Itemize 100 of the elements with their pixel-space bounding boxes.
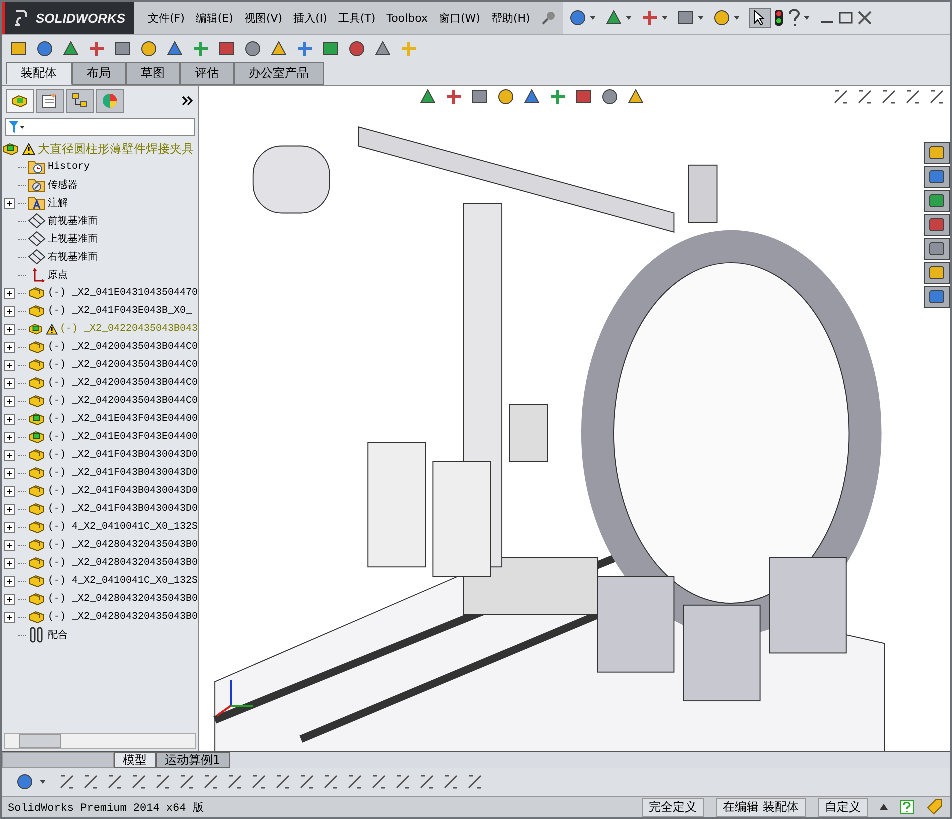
traffic-light-icon[interactable] xyxy=(774,9,784,27)
menu-item[interactable]: 窗口(W) xyxy=(438,10,480,26)
caret-icon[interactable] xyxy=(626,16,632,20)
tree-item[interactable]: (-) _X2_04200435043B044C0 xyxy=(48,342,198,352)
plus-icon xyxy=(4,468,14,478)
plus-icon xyxy=(4,198,14,208)
tree-item[interactable]: (-) _X2_041F043B0430043D0 xyxy=(48,486,198,496)
expand-toggle[interactable] xyxy=(4,306,14,316)
tree-item[interactable]: 注解 xyxy=(48,196,68,210)
expand-toggle[interactable] xyxy=(4,576,14,586)
tree-item[interactable]: (-) 4_X2_0410041C_X0_132S xyxy=(48,522,198,532)
expand-toggle[interactable] xyxy=(4,360,14,370)
tree-item[interactable]: (-) _X2_041E0431043504470 xyxy=(48,288,198,298)
tag-icon[interactable] xyxy=(926,799,944,815)
tree-item[interactable]: (-) _X2_042804320435043B0 xyxy=(48,540,198,550)
maximize-icon[interactable] xyxy=(838,11,854,25)
expand-toggle[interactable] xyxy=(4,486,14,496)
caret-icon[interactable] xyxy=(662,16,668,20)
plus-icon xyxy=(4,612,14,622)
command-tab[interactable]: 评估 xyxy=(180,62,234,85)
color-wheel-icon xyxy=(101,93,119,109)
tree-item[interactable]: (-) _X2_042804320435043B0 xyxy=(48,594,198,604)
pushpin-icon[interactable] xyxy=(541,10,558,26)
expand-toggle[interactable] xyxy=(4,396,14,406)
menu-item[interactable]: 编辑(E) xyxy=(196,10,234,26)
plus-icon xyxy=(4,288,14,298)
plus-icon xyxy=(4,558,14,568)
expand-toggle[interactable] xyxy=(4,324,14,334)
tree-item[interactable]: History xyxy=(48,162,90,172)
expand-toggle[interactable] xyxy=(4,288,14,298)
model-tab[interactable]: 模型 xyxy=(114,752,156,768)
double-chevron-icon[interactable] xyxy=(182,96,194,106)
panel-tab[interactable] xyxy=(6,89,34,113)
tree-item[interactable]: 右视基准面 xyxy=(48,250,98,264)
expand-toggle[interactable] xyxy=(4,522,14,532)
expand-toggle[interactable] xyxy=(4,432,14,442)
caret-icon[interactable] xyxy=(804,16,810,20)
expand-toggle[interactable] xyxy=(4,504,14,514)
command-tab[interactable]: 办公室产品 xyxy=(234,62,324,85)
tree-item[interactable]: (-) _X2_04200435043B044C0 xyxy=(48,396,198,406)
expand-toggle[interactable] xyxy=(4,540,14,550)
help-icon[interactable] xyxy=(787,9,802,27)
plus-icon xyxy=(4,378,14,388)
horizontal-scrollbar[interactable] xyxy=(4,733,196,749)
tree-item[interactable]: (-) _X2_042804320435043B0 xyxy=(48,558,198,568)
tree-item[interactable]: (-) _X2_041E043F043E04400 xyxy=(48,414,198,424)
plus-icon xyxy=(4,594,14,604)
tree-item[interactable]: 传感器 xyxy=(48,178,78,192)
expand-toggle[interactable] xyxy=(4,558,14,568)
plus-icon xyxy=(4,486,14,496)
model-tab[interactable]: 运动算例1 xyxy=(156,752,230,768)
property-sheet-icon xyxy=(41,93,59,109)
tree-item[interactable]: (-) _X2_041F043B0430043D0 xyxy=(48,504,198,514)
tree-item[interactable]: 原点 xyxy=(48,268,68,282)
tree-item[interactable]: (-) _X2_04200435043B044C0 xyxy=(48,378,198,388)
tree-item[interactable]: (-) _X2_042804320435043B0 xyxy=(48,612,198,622)
tree-item[interactable]: (-) _X2_041E043F043E04400 xyxy=(48,432,198,442)
tree-item[interactable]: 前视基准面 xyxy=(48,214,98,228)
command-tab[interactable]: 装配体 xyxy=(6,62,72,85)
tree-item[interactable]: (-) _X2_041F043B0430043D0 xyxy=(48,450,198,460)
plus-icon xyxy=(4,324,14,334)
select-pointer-button[interactable] xyxy=(749,8,772,28)
filter-field[interactable] xyxy=(5,118,195,136)
caret-icon[interactable] xyxy=(734,16,740,20)
expand-toggle[interactable] xyxy=(4,198,14,208)
status-field: 完全定义 xyxy=(642,798,704,816)
menu-item[interactable]: 文件(F) xyxy=(148,10,185,26)
plus-icon xyxy=(4,522,14,532)
app-logo: SOLIDWORKS xyxy=(2,2,134,34)
expand-toggle[interactable] xyxy=(4,612,14,622)
filter-icon xyxy=(8,120,26,134)
panel-tab[interactable] xyxy=(66,89,94,113)
caret-up-icon[interactable] xyxy=(880,804,888,810)
status-field: 在编辑 装配体 xyxy=(716,798,806,816)
tree-item[interactable]: (-) _X2_041F043B0430043D0 xyxy=(48,468,198,478)
menu-item[interactable]: 视图(V) xyxy=(244,10,283,26)
panel-tab[interactable] xyxy=(36,89,64,113)
expand-toggle[interactable] xyxy=(4,594,14,604)
tree-item[interactable]: (-) 4_X2_0410041C_X0_132S xyxy=(48,576,198,586)
tree-item[interactable]: 上视基准面 xyxy=(48,232,98,246)
menu-item[interactable]: Toolbox xyxy=(386,12,428,24)
tree-item[interactable]: (-) _X2_041F043E043B_X0_ xyxy=(48,306,192,316)
menu-item[interactable]: 工具(T) xyxy=(338,10,376,26)
status-field: 自定义 xyxy=(818,798,868,816)
expand-toggle[interactable] xyxy=(4,342,14,352)
caret-icon[interactable] xyxy=(698,16,704,20)
expand-toggle[interactable] xyxy=(4,378,14,388)
menu-item[interactable]: 插入(I) xyxy=(294,10,328,26)
plus-icon xyxy=(4,306,14,316)
plus-icon xyxy=(4,396,14,406)
caret-icon[interactable] xyxy=(40,780,46,784)
caret-icon[interactable] xyxy=(590,16,596,20)
command-tab[interactable]: 草图 xyxy=(126,62,180,85)
command-tab[interactable]: 布局 xyxy=(72,62,126,85)
tree-item[interactable]: 配合 xyxy=(48,628,68,642)
expand-toggle[interactable] xyxy=(4,414,14,424)
tree-item[interactable]: (-) _X2_04200435043B044C0 xyxy=(48,360,198,370)
expand-toggle[interactable] xyxy=(4,468,14,478)
expand-toggle[interactable] xyxy=(4,450,14,460)
menu-item[interactable]: 帮助(H) xyxy=(491,10,530,26)
